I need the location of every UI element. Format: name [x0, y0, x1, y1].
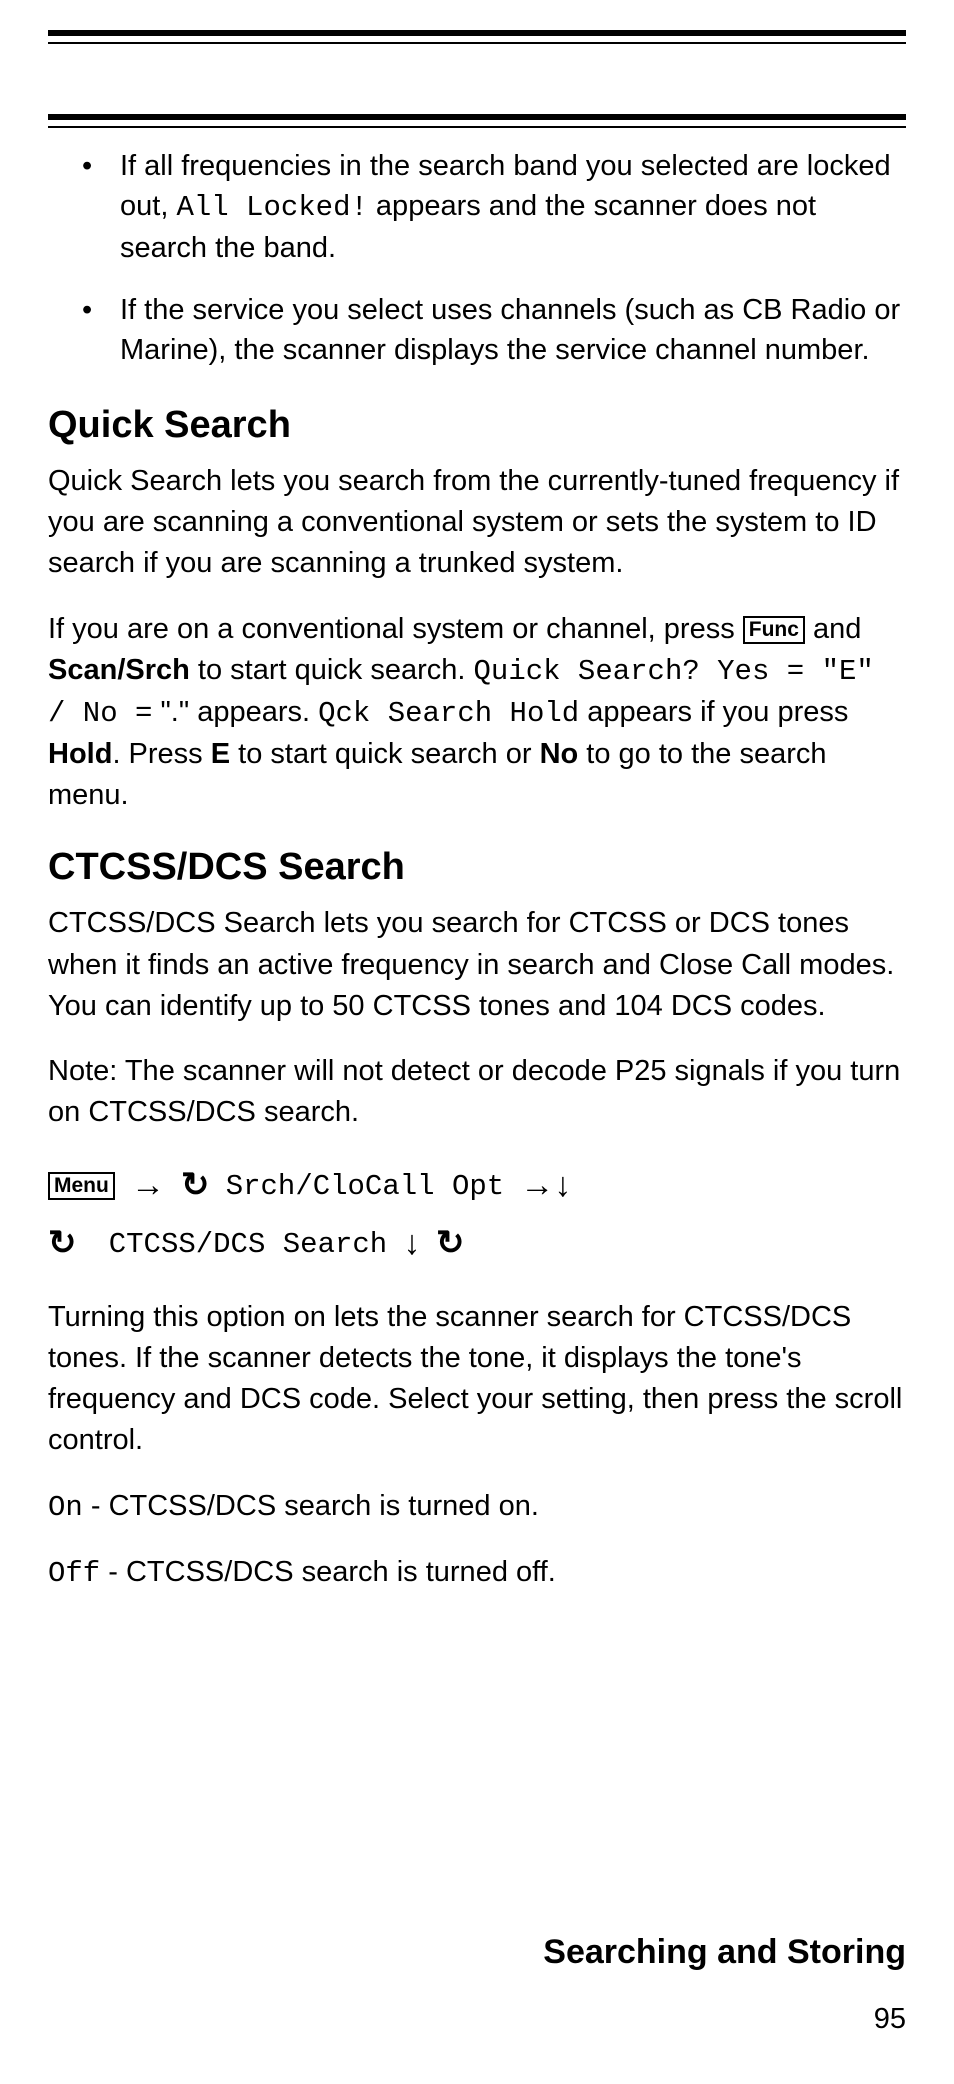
ctcss-heading: CTCSS/DCS Search — [48, 846, 906, 889]
intro-bullets: If all frequencies in the search band yo… — [48, 146, 906, 370]
top-rule-thick — [48, 30, 906, 36]
e-label: E — [211, 738, 230, 770]
qs-text: appears if you press — [579, 696, 848, 728]
second-rule-thick — [48, 114, 906, 120]
scroll-icon — [436, 1227, 465, 1259]
scroll-icon — [181, 1169, 210, 1201]
qs-text: If you are on a conventional system or c… — [48, 613, 743, 645]
bullet-item: If the service you select uses channels … — [48, 290, 906, 370]
qs-text: and — [813, 613, 861, 645]
scan-srch-label: Scan/Srch — [48, 654, 190, 686]
qs-text: to start quick search. — [190, 654, 474, 686]
arrow-down-icon — [403, 1227, 420, 1259]
qs-text: . Press — [112, 738, 210, 770]
qs-text: appears. — [197, 696, 318, 728]
off-text: - CTCSS/DCS search is turned off. — [100, 1556, 556, 1588]
arrow-right-icon — [520, 1169, 554, 1201]
quick-search-para2: If you are on a conventional system or c… — [48, 609, 906, 817]
footer-section-title: Searching and Storing — [543, 1933, 906, 1972]
nav-item: CTCSS/DCS Search — [109, 1228, 387, 1261]
func-key: Func — [743, 616, 805, 644]
qs-quote-dot: "." — [152, 696, 197, 728]
page-number: 95 — [874, 2003, 906, 2036]
ctcss-note: Note: The scanner will not detect or dec… — [48, 1051, 906, 1133]
second-rule-thin — [48, 126, 906, 128]
bullet-text: If the service you select uses channels … — [120, 294, 900, 366]
ctcss-on-line: On - CTCSS/DCS search is turned on. — [48, 1486, 906, 1528]
scroll-icon — [48, 1227, 77, 1259]
arrow-down-icon — [554, 1169, 571, 1201]
ctcss-para1: CTCSS/DCS Search lets you search for CTC… — [48, 903, 906, 1027]
off-code: Off — [48, 1557, 100, 1590]
qs-text: to start quick search or — [230, 738, 539, 770]
quick-search-para1: Quick Search lets you search from the cu… — [48, 461, 906, 585]
menu-key: Menu — [48, 1172, 115, 1200]
manual-page: If all frequencies in the search band yo… — [0, 0, 954, 2084]
nav-item: Srch/CloCall Opt — [226, 1170, 504, 1203]
on-text: - CTCSS/DCS search is turned on. — [83, 1490, 539, 1522]
no-label: No — [540, 738, 579, 770]
ctcss-off-line: Off - CTCSS/DCS search is turned off. — [48, 1552, 906, 1594]
arrow-right-icon — [131, 1169, 165, 1201]
bullet-item: If all frequencies in the search band yo… — [48, 146, 906, 268]
hold-label: Hold — [48, 738, 112, 770]
bullet-code: All Locked! — [176, 191, 367, 224]
on-code: On — [48, 1491, 83, 1524]
menu-navigation: Menu Srch/CloCall Opt CTCSS/DCS Search — [48, 1157, 906, 1273]
qs-code: Qck Search Hold — [318, 697, 579, 730]
quick-search-heading: Quick Search — [48, 404, 906, 447]
ctcss-para2: Turning this option on lets the scanner … — [48, 1297, 906, 1462]
